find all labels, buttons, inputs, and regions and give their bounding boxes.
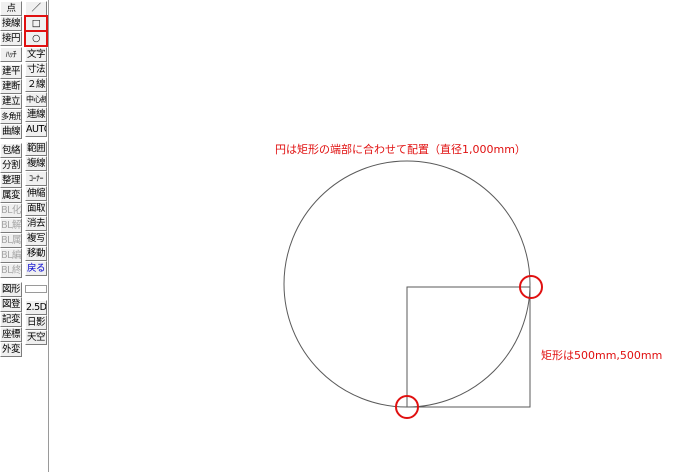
rectangle-annotation: 矩形は500mm,500mm (541, 349, 663, 362)
drawing-canvas[interactable] (0, 0, 698, 472)
circle-annotation: 円は矩形の端部に合わせて配置（直径1,000mm） (275, 143, 526, 156)
drawn-rectangle (406, 286, 531, 408)
